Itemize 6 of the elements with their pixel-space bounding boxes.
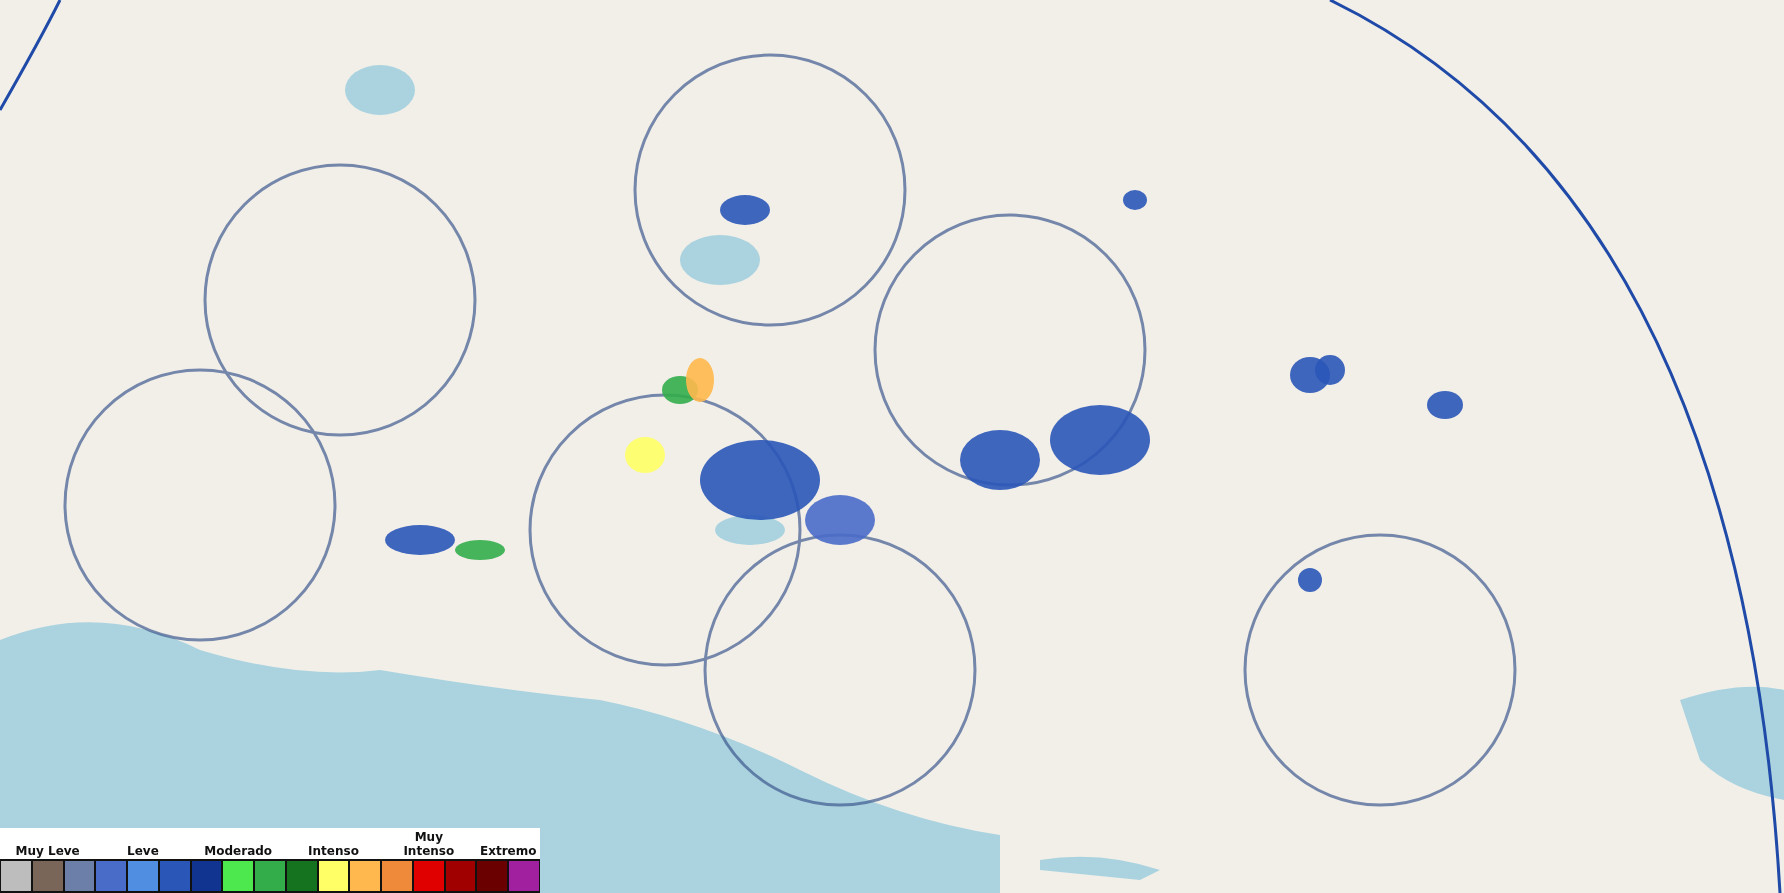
legend-label: Intenso — [308, 844, 359, 858]
legend-label: Moderado — [204, 844, 273, 858]
legend-label: Leve — [127, 844, 159, 858]
legend-label: Extremo — [480, 844, 537, 858]
legend-label: Muy Leve — [15, 844, 80, 858]
legend-label: Muy Intenso — [402, 830, 456, 858]
